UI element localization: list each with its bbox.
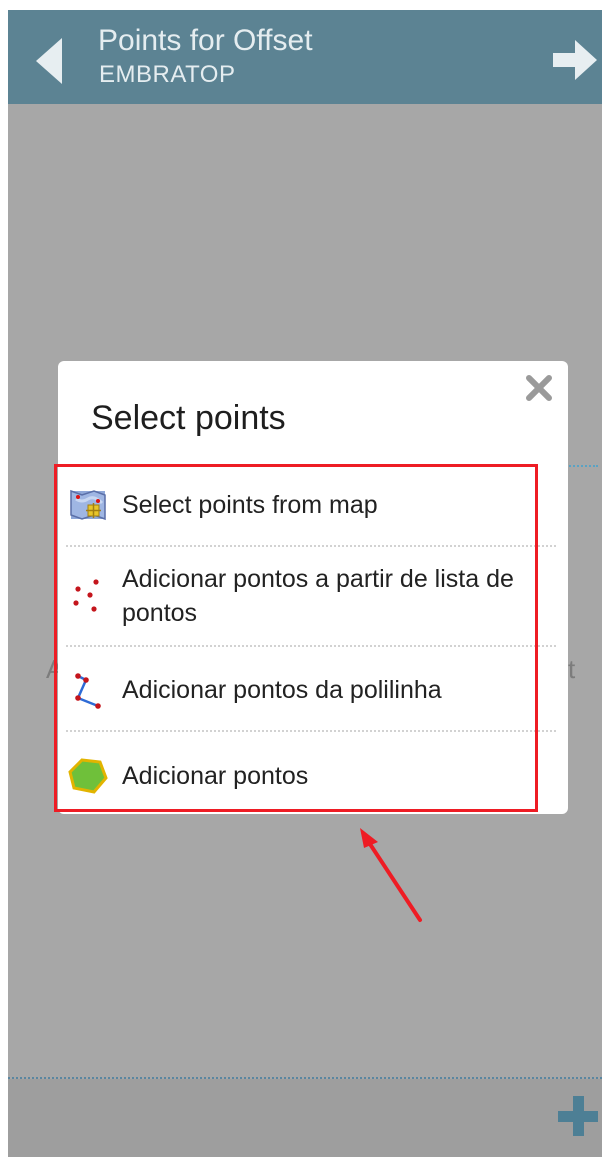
page-subtitle: EMBRATOP: [99, 61, 236, 88]
dialog-title: Select points: [91, 399, 286, 437]
header-bar: Points for Offset EMBRATOP: [8, 10, 602, 104]
highlight-box: [54, 464, 538, 812]
annotation-arrow-icon: [360, 828, 422, 922]
page-title: Points for Offset: [98, 24, 313, 57]
add-icon[interactable]: [558, 1096, 598, 1136]
bottom-toolbar: [8, 1079, 602, 1157]
close-icon[interactable]: [524, 373, 554, 403]
background-text-fragment: t: [568, 654, 576, 684]
next-arrow-icon[interactable]: [553, 40, 597, 80]
back-arrow-icon[interactable]: [34, 38, 64, 84]
